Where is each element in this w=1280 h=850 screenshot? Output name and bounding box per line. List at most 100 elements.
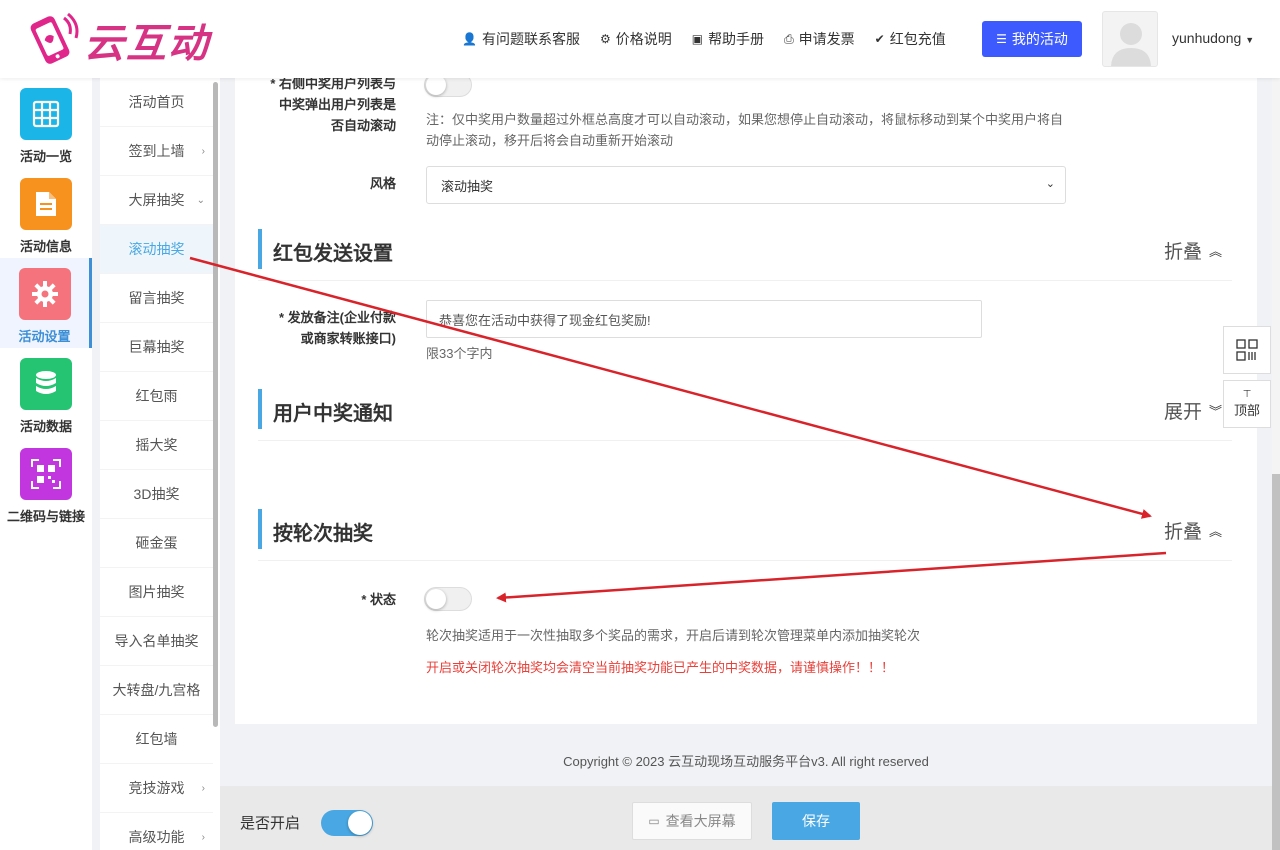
chevron-double-down-icon: ︾ [1208,404,1222,419]
status-note: 轮次抽奖适用于一次性抽取多个奖品的需求，开启后请到轮次管理菜单内添加抽奖轮次 [426,628,921,643]
sidebar-item-overview[interactable]: 活动一览 [0,78,92,168]
gear-icon: ⚙ [599,32,611,46]
expand-label: 展开 [1163,402,1202,423]
my-activity-label: 我的活动 [1011,31,1068,47]
style-select[interactable]: 滚动抽奖 ⌄ [426,166,1066,204]
nav-label: 申请发票 [798,31,855,47]
sidebar-item-info[interactable]: 活动信息 [0,168,92,258]
submenu-label: 活动首页 [128,94,185,110]
submenu-label: 竞技游戏 [128,780,185,796]
submenu-item[interactable]: 大转盘/九宫格 [100,666,213,715]
toggle-knob [348,811,372,835]
submenu-item[interactable]: 3D抽奖 [100,470,213,519]
book-icon: ▣ [691,32,704,46]
submenu-scrollbar[interactable] [213,82,218,727]
section-accent-bar [258,229,262,269]
sidebar-item-label: 活动一览 [19,149,72,164]
submenu-label: 留言抽奖 [128,290,185,306]
bottom-action-bar: 是否开启 ▭ 查看大屏幕 保存 [220,786,1272,850]
autoscroll-label: * 右侧中奖用户列表与 中奖弹出用户列表是 否自动滚动 [238,73,396,136]
gear-icon [18,268,71,320]
qrcode-icon [1236,339,1258,361]
submenu-item[interactable]: 大屏抽奖 ⌄ [100,176,213,225]
collapse-label: 折叠 [1163,522,1202,543]
avatar[interactable] [1102,11,1158,67]
arrow-up-icon: ⊤ [1242,388,1252,400]
submenu-item[interactable]: 签到上墙 › [100,127,213,176]
my-activity-button[interactable]: ☰ 我的活动 [982,21,1082,57]
qrcode-float-button[interactable] [1223,326,1271,374]
submenu-item[interactable]: 摇大奖 [100,421,213,470]
remark-label-line: * 发放备注(企业付款 [278,310,396,325]
submenu-item[interactable]: 高级功能 › [100,813,213,850]
submenu-item[interactable]: 红包墙 [100,715,213,764]
shield-check-icon: ✔ [874,32,885,46]
caret-down-icon: ▼ [1245,35,1255,45]
sidebar-item-label: 活动设置 [18,329,71,344]
submenu-item[interactable]: 砸金蛋 [100,519,213,568]
page-scrollbar[interactable] [1272,78,1280,850]
remark-input[interactable]: 恭喜您在活动中获得了现金红包奖励! [426,300,982,338]
nav-label: 价格说明 [615,31,672,47]
submenu-item[interactable]: 竞技游戏 › [100,764,213,813]
chevron-double-up-icon: ︽ [1208,244,1222,259]
sidebar-item-qrcode[interactable]: 二维码与链接 [0,438,92,528]
section-title: 红包发送设置 [273,243,393,265]
submenu-item[interactable]: 导入名单抽奖 [100,617,213,666]
submenu-label: 3D抽奖 [133,486,180,502]
submenu-item-active[interactable]: 滚动抽奖 [100,225,213,274]
sidebar-item-settings[interactable]: 活动设置 [0,258,92,348]
document-icon [20,178,72,230]
nav-redpacket-recharge[interactable]: ✔ 红包充值 [875,29,946,49]
nav-contact-support[interactable]: 👤 有问题联系客服 [462,29,580,49]
nav-label: 红包充值 [889,31,946,47]
submenu-label: 砸金蛋 [135,535,178,551]
collapse-toggle[interactable]: 折叠 ︽ [1164,237,1222,264]
collapse-label: 折叠 [1163,242,1202,263]
top-nav: 👤 有问题联系客服 ⚙ 价格说明 ▣ 帮助手册 ⎙ 申请发票 ✔ 红包充值 [462,22,966,56]
top-header: 云互动 👤 有问题联系客服 ⚙ 价格说明 ▣ 帮助手册 ⎙ 申请发票 ✔ 红包充… [0,0,1280,78]
chevron-right-icon: › [201,782,205,794]
view-screen-label: 查看大屏幕 [665,813,736,829]
status-label: * 状态 [361,592,396,607]
icon-sidebar: 活动一览 活动信息 活动设置 活动数据 二维码与链接 [0,78,92,850]
submenu-item[interactable]: 留言抽奖 [100,274,213,323]
logo[interactable]: 云互动 [20,10,230,70]
database-icon [20,358,72,410]
enable-toggle[interactable] [321,810,373,836]
remark-hint: 限33个字内 [426,346,493,361]
printer-icon: ⎙ [784,31,794,46]
submenu-item[interactable]: 巨幕抽奖 [100,323,213,372]
section-title: 按轮次抽奖 [273,523,373,545]
submenu-item[interactable]: 红包雨 [100,372,213,421]
toggle-knob [426,75,446,95]
submenu-label: 大转盘/九宫格 [112,682,201,698]
view-screen-button[interactable]: ▭ 查看大屏幕 [632,802,752,840]
chevron-down-icon: ⌄ [1045,178,1055,190]
submenu-label: 红包雨 [135,388,178,404]
submenu-label: 红包墙 [135,731,178,747]
page-scrollbar-thumb[interactable] [1272,474,1280,850]
status-warning: 开启或关闭轮次抽奖均会清空当前抽奖功能已产生的中奖数据，请谨慎操作！！！ [426,660,895,675]
sub-menu: 活动首页 签到上墙 › 大屏抽奖 ⌄ 滚动抽奖 留言抽奖 巨幕抽奖 红包雨 摇大奖 … [100,78,220,850]
nav-invoice[interactable]: ⎙ 申请发票 [784,29,855,49]
monitor-icon: ▭ [648,814,660,828]
round-status-toggle[interactable] [424,587,472,611]
collapse-toggle[interactable]: 折叠 ︽ [1164,517,1222,544]
save-button[interactable]: 保存 [772,802,860,840]
sidebar-item-data[interactable]: 活动数据 [0,348,92,438]
nav-pricing[interactable]: ⚙ 价格说明 [600,29,672,49]
submenu-item[interactable]: 图片抽奖 [100,568,213,617]
nav-help-manual[interactable]: ▣ 帮助手册 [692,29,764,49]
user-menu[interactable]: yunhudong ▼ [1172,30,1254,46]
expand-toggle[interactable]: 展开 ︾ [1164,397,1222,424]
submenu-label: 大屏抽奖 [128,192,185,208]
section-title: 用户中奖通知 [273,403,393,425]
enable-label: 是否开启 [240,815,301,832]
user-silhouette-icon [1111,23,1151,66]
submenu-item[interactable]: 活动首页 [100,78,213,127]
autoscroll-label-line: 否自动滚动 [330,118,396,133]
submenu-label: 图片抽奖 [128,584,185,600]
back-to-top-button[interactable]: ⊤ 顶部 [1223,380,1271,428]
remark-label: * 发放备注(企业付款 或商家转账接口) [238,307,396,349]
